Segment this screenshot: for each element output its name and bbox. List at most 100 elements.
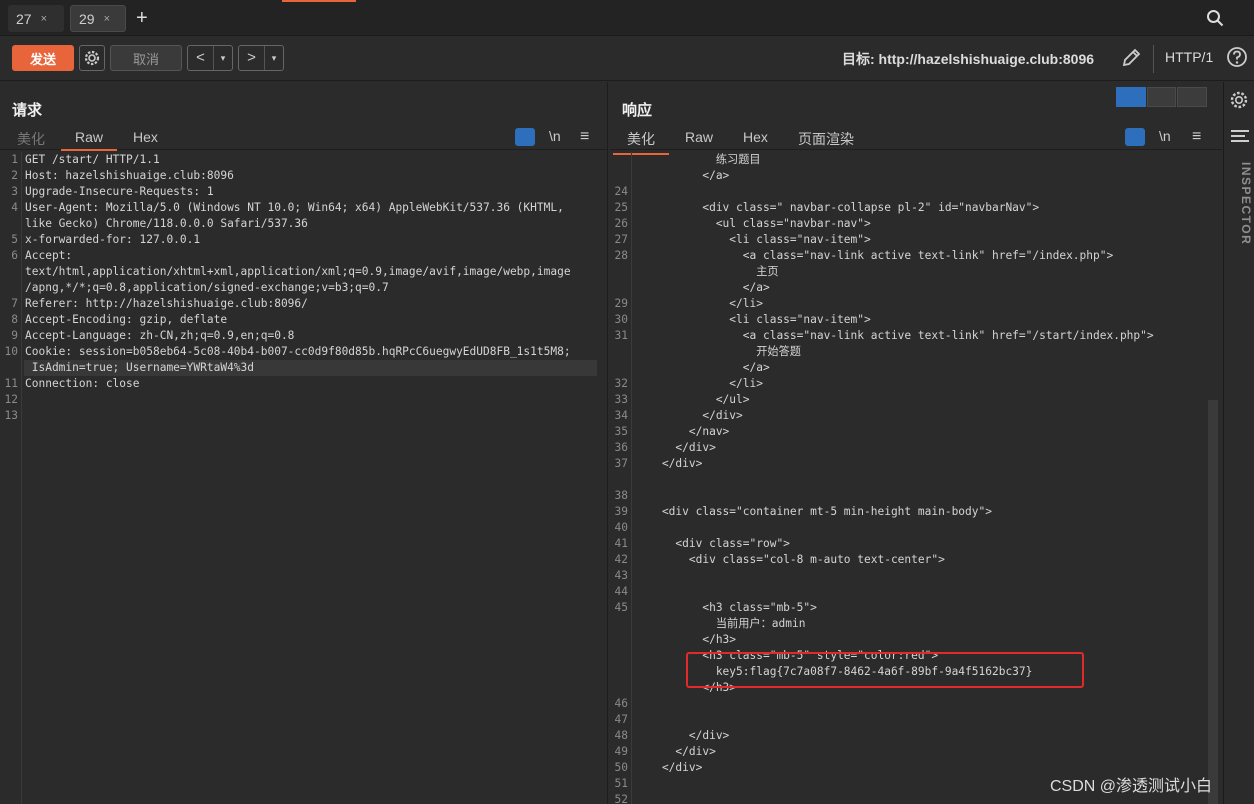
response-scrollbar[interactable] <box>1208 400 1218 804</box>
code-line[interactable]: 6 Accept: <box>0 248 607 264</box>
back-button[interactable]: < ▾ <box>187 45 233 71</box>
code-text: </a> <box>635 361 770 374</box>
code-line[interactable]: 35 </nav> <box>610 424 1222 440</box>
code-line[interactable]: 46 <box>610 696 1222 712</box>
code-line[interactable]: 4 User-Agent: Mozilla/5.0 (Windows NT 10.… <box>0 200 607 216</box>
tab-hex[interactable]: Hex <box>743 129 768 145</box>
newline-toggle[interactable]: \n <box>549 128 561 144</box>
tab-pretty[interactable]: 美化 <box>613 129 669 155</box>
code-line[interactable]: 3 Upgrade-Insecure-Requests: 1 <box>0 184 607 200</box>
chevron-down-icon[interactable]: ▾ <box>214 53 232 64</box>
protocol-label[interactable]: HTTP/1 <box>1165 49 1213 65</box>
tab-raw[interactable]: Raw <box>60 129 118 151</box>
code-line[interactable]: 13 <box>0 408 607 424</box>
send-button[interactable]: 发送 <box>12 45 74 71</box>
gear-icon[interactable] <box>1229 90 1249 110</box>
code-line[interactable]: 5 x-forwarded-for: 127.0.0.1 <box>0 232 607 248</box>
layout-side-by-side-button[interactable] <box>1116 87 1146 107</box>
code-line[interactable]: 27 <li class="nav-item"> <box>610 232 1222 248</box>
code-line[interactable]: 30 <li class="nav-item"> <box>610 312 1222 328</box>
tab-raw[interactable]: Raw <box>685 129 713 145</box>
word-wrap-icon[interactable] <box>1125 128 1145 146</box>
code-line[interactable]: 开始答题 <box>610 344 1222 360</box>
code-line[interactable]: 45 <h3 class="mb-5"> <box>610 600 1222 616</box>
code-line[interactable]: 36 </div> <box>610 440 1222 456</box>
code-line[interactable]: 26 <ul class="navbar-nav"> <box>610 216 1222 232</box>
cancel-button[interactable]: 取消 <box>110 45 182 71</box>
menu-icon[interactable]: ≡ <box>580 128 589 146</box>
tab-bar: 27 × 29 × + <box>0 0 1254 36</box>
code-line[interactable]: 40 <box>610 520 1222 536</box>
layout-top-bottom-button[interactable] <box>1146 87 1177 107</box>
request-editor[interactable]: 1 GET /start/ HTTP/1.1 2 Host: hazelshishua… <box>0 152 607 804</box>
code-line[interactable]: 34 </div> <box>610 408 1222 424</box>
code-line[interactable]: 12 <box>0 392 607 408</box>
back-arrow-icon[interactable]: < <box>188 46 214 70</box>
code-line[interactable]: 31 <a class="nav-link active text-link" … <box>610 328 1222 344</box>
edit-target-icon[interactable] <box>1120 47 1142 69</box>
code-line[interactable]: like Gecko) Chrome/118.0.0.0 Safari/537.… <box>0 216 607 232</box>
code-line[interactable]: </a> <box>610 168 1222 184</box>
code-line[interactable]: 48 </div> <box>610 728 1222 744</box>
code-line[interactable]: 1 GET /start/ HTTP/1.1 <box>0 152 607 168</box>
close-icon[interactable]: × <box>104 13 110 25</box>
code-line[interactable]: text/html,application/xhtml+xml,applicat… <box>0 264 607 280</box>
code-line[interactable]: 49 </div> <box>610 744 1222 760</box>
code-line[interactable]: </a> <box>610 360 1222 376</box>
tab-29[interactable]: 29 × <box>70 5 126 32</box>
code-line[interactable]: 44 <box>610 584 1222 600</box>
code-text: Upgrade-Insecure-Requests: 1 <box>25 185 214 198</box>
help-icon[interactable] <box>1226 46 1248 68</box>
tab-accent <box>282 0 356 2</box>
code-line[interactable]: 38 <box>610 488 1222 504</box>
line-number: 45 <box>614 601 628 614</box>
code-line[interactable]: 7 Referer: http://hazelshishuaige.club:80… <box>0 296 607 312</box>
word-wrap-icon[interactable] <box>515 128 535 146</box>
code-line[interactable]: 29 </li> <box>610 296 1222 312</box>
code-line[interactable]: 9 Accept-Language: zh-CN,zh;q=0.9,en;q=0.… <box>0 328 607 344</box>
tab-27[interactable]: 27 × <box>8 5 64 32</box>
code-line[interactable]: 47 <box>610 712 1222 728</box>
chevron-down-icon[interactable]: ▾ <box>265 53 283 64</box>
code-line[interactable]: 32 </li> <box>610 376 1222 392</box>
tab-render[interactable]: 页面渲染 <box>798 129 854 149</box>
code-text: </li> <box>635 297 763 310</box>
inspector-list-icon[interactable] <box>1231 130 1249 145</box>
forward-arrow-icon[interactable]: > <box>239 46 265 70</box>
code-line[interactable]: </a> <box>610 280 1222 296</box>
code-line[interactable]: /apng,*/*;q=0.8,application/signed-excha… <box>0 280 607 296</box>
code-line[interactable]: 24 <box>610 184 1222 200</box>
tab-pretty[interactable]: 美化 <box>17 129 45 149</box>
code-line[interactable]: 37 </div> <box>610 456 1222 472</box>
settings-button[interactable] <box>79 45 105 71</box>
code-line[interactable]: 41 <div class="row"> <box>610 536 1222 552</box>
forward-button[interactable]: > ▾ <box>238 45 284 71</box>
code-line[interactable]: 33 </ul> <box>610 392 1222 408</box>
code-line[interactable]: 28 <a class="nav-link active text-link" … <box>610 248 1222 264</box>
response-editor[interactable]: 练习题目 </a> 24 25 <div class=" navbar-collap… <box>610 152 1222 804</box>
code-line[interactable]: </h3> <box>610 632 1222 648</box>
code-line[interactable]: 25 <div class=" navbar-collapse pl-2" id… <box>610 200 1222 216</box>
search-icon[interactable] <box>1206 9 1224 27</box>
code-line[interactable]: 当前用户：admin <box>610 616 1222 632</box>
code-line[interactable]: IsAdmin=true; Username=YWRtaW4%3d <box>0 360 607 376</box>
code-line[interactable]: 2 Host: hazelshishuaige.club:8096 <box>0 168 607 184</box>
code-line[interactable]: 10 Cookie: session=b058eb64-5c08-40b4-b00… <box>0 344 607 360</box>
line-number: 7 <box>11 297 18 310</box>
inspector-label[interactable]: INSPECTOR <box>1225 162 1253 245</box>
new-tab-button[interactable]: + <box>136 5 156 31</box>
tab-hex[interactable]: Hex <box>133 129 158 145</box>
code-line[interactable]: 39 <div class="container mt-5 min-height… <box>610 504 1222 520</box>
layout-tabs-button[interactable] <box>1177 87 1208 107</box>
code-line[interactable]: 42 <div class="col-8 m-auto text-center"… <box>610 552 1222 568</box>
code-line[interactable]: 11 Connection: close <box>0 376 607 392</box>
code-line[interactable]: 主页 <box>610 264 1222 280</box>
code-line[interactable]: 43 <box>610 568 1222 584</box>
newline-toggle[interactable]: \n <box>1159 128 1171 144</box>
menu-icon[interactable]: ≡ <box>1192 128 1201 146</box>
code-line[interactable]: 8 Accept-Encoding: gzip, deflate <box>0 312 607 328</box>
code-line[interactable]: 练习题目 <box>610 152 1222 168</box>
code-line[interactable] <box>610 472 1222 488</box>
code-text: <li class="nav-item"> <box>635 233 871 246</box>
close-icon[interactable]: × <box>41 13 47 25</box>
